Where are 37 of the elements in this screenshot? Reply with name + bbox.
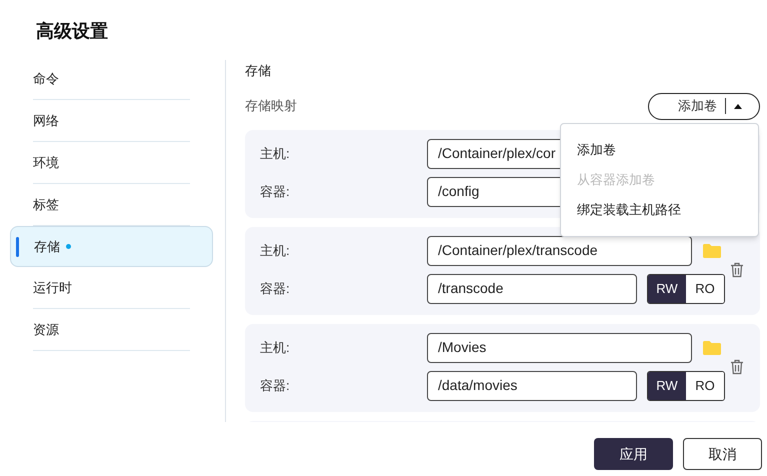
caret-icon — [734, 104, 742, 108]
item-label: 命令 — [33, 70, 59, 88]
access-toggle[interactable]: RW — [648, 372, 686, 400]
field-label: 主机: — [260, 242, 291, 260]
access-toggle[interactable]: RO — [686, 372, 724, 400]
trash-icon[interactable] — [730, 358, 744, 374]
field-label: 主机: — [260, 144, 291, 163]
item-label: 资源 — [33, 320, 59, 339]
item-label: 环境 — [33, 154, 59, 172]
section-subheading: 存储映射 — [245, 97, 297, 116]
sidebar-item[interactable]: 环境 — [33, 142, 190, 184]
sidebar-item[interactable]: 存储 — [10, 226, 213, 267]
sidebar-item[interactable]: 命令 — [33, 58, 190, 100]
field-label: 主机: — [260, 338, 291, 357]
sidebar-item[interactable]: 运行时 — [33, 267, 190, 309]
item-label: 网络 — [33, 112, 59, 130]
field-label: 容器: — [260, 376, 291, 395]
input-field[interactable]: /transcode — [427, 274, 637, 304]
section-heading: 存储 — [245, 62, 271, 80]
sidebar-item[interactable]: 网络 — [33, 100, 190, 142]
item-label: 运行时 — [33, 278, 72, 297]
field-label: 容器: — [260, 280, 291, 298]
input-field[interactable]: /Container/plex/transcode — [427, 236, 692, 266]
apply-button[interactable]: 应用 — [594, 438, 673, 470]
input-field[interactable]: /data/movies — [427, 370, 637, 400]
item-label: 存储 — [34, 238, 60, 256]
sidebar-item[interactable]: 资源 — [33, 309, 190, 351]
input-field[interactable]: /Movies — [427, 332, 692, 362]
selection-bar — [16, 237, 19, 257]
field-label: 容器: — [260, 182, 291, 201]
trash-icon[interactable] — [730, 262, 744, 278]
item-label: 标签 — [33, 196, 59, 214]
dialog-title: 高级设置 — [36, 20, 108, 43]
access-toggle[interactable]: RO — [686, 274, 724, 302]
access-toggle[interactable]: RW — [648, 274, 686, 302]
cancel-button[interactable]: 取消 — [683, 438, 762, 470]
add-volume-button[interactable]: 添加卷 — [648, 92, 760, 120]
